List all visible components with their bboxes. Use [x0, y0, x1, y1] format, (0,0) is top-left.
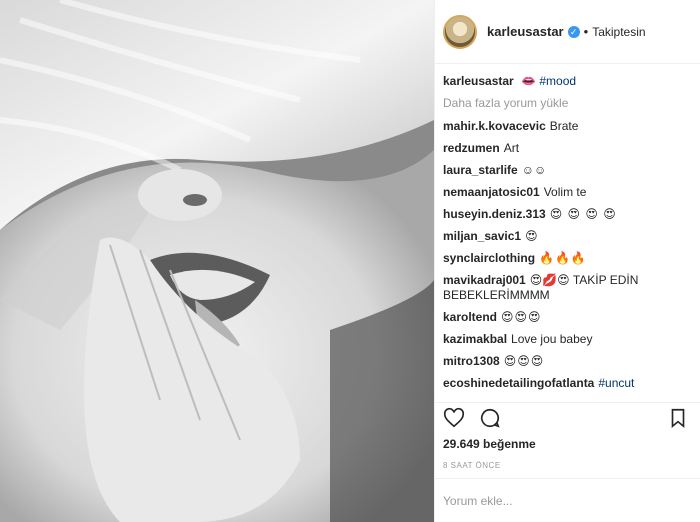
comment-text: Brate [549, 119, 579, 133]
add-comment-input[interactable] [443, 493, 693, 508]
following-button[interactable]: Takiptesin [592, 25, 645, 39]
comment-username[interactable]: redzumen [443, 141, 500, 155]
comment-text: Love jou babey [511, 332, 593, 346]
post-timestamp: 8 SAAT ÖNCE [443, 461, 501, 470]
comment-username[interactable]: synclairclothing [443, 251, 535, 265]
bookmark-icon[interactable] [667, 407, 689, 429]
comment-text: 😍 😍 😍 😍 [549, 207, 617, 221]
action-bar [435, 402, 700, 432]
caption: karleusastar 👄 #mood [443, 74, 689, 89]
caption-emoji: 👄 [521, 74, 537, 88]
comment-text: ☺☺ [521, 163, 547, 177]
comment-username[interactable]: miljan_savic1 [443, 229, 521, 243]
comment-text: 🔥🔥🔥 [539, 251, 587, 265]
comment-username[interactable]: mavikadraj001 [443, 273, 526, 287]
comment-item: kazimakbal Love jou babey [443, 332, 689, 347]
comment-item: mitro1308 😍😍😍 [443, 354, 689, 369]
comment-text: Volim te [543, 185, 587, 199]
header-separator: • [583, 24, 589, 39]
header-username[interactable]: karleusastar [487, 24, 564, 39]
comment-username[interactable]: kazimakbal [443, 332, 507, 346]
comment-item: laura_starlife ☺☺ [443, 163, 689, 178]
comment-icon[interactable] [479, 407, 501, 429]
comment-text: 😍 [525, 229, 539, 243]
comment-username[interactable]: mahir.k.kovacevic [443, 119, 546, 133]
add-comment-bar [435, 478, 700, 522]
comment-item: miljan_savic1 😍 [443, 229, 689, 244]
comment-item: mavikadraj001 😍💋😍 TAKİP EDİN BEBEKLERİMMM… [443, 273, 689, 303]
avatar[interactable] [443, 14, 477, 49]
comment-text: 😍😍😍 [501, 310, 542, 324]
comment-username[interactable]: laura_starlife [443, 163, 518, 177]
comment-text: 😍😍😍 [503, 354, 545, 368]
comment-hashtag[interactable]: #uncut [598, 376, 634, 390]
comment-username[interactable]: ecoshinedetailingofatlanta [443, 376, 594, 390]
comment-item: ecoshinedetailingofatlanta #uncut [443, 376, 689, 391]
comment-item: redzumen Art [443, 141, 689, 156]
comment-item: karoltend 😍😍😍 [443, 310, 689, 325]
load-more-comments-link[interactable]: Daha fazla yorum yükle [443, 96, 689, 110]
comment-item: synclairclothing 🔥🔥🔥 [443, 251, 689, 266]
comment-item: huseyin.deniz.313 😍 😍 😍 😍 [443, 207, 689, 222]
comment-username[interactable]: nemaanjatosic01 [443, 185, 540, 199]
comment-username[interactable]: huseyin.deniz.313 [443, 207, 546, 221]
likes-count[interactable]: 29.649 beğenme [443, 437, 536, 451]
post-photo[interactable] [0, 0, 434, 522]
heart-icon[interactable] [443, 407, 465, 429]
comment-text: Art [503, 141, 520, 155]
post-side-panel: karleusastar ✓ • Takiptesin karleusastar… [434, 0, 700, 522]
comment-username[interactable]: mitro1308 [443, 354, 500, 368]
post-header: karleusastar ✓ • Takiptesin [435, 0, 700, 64]
caption-username[interactable]: karleusastar [443, 74, 514, 88]
comment-item: mahir.k.kovacevic Brate [443, 119, 689, 134]
verified-badge-icon: ✓ [567, 25, 580, 38]
photo-illustration [0, 0, 434, 522]
comments-list[interactable]: karleusastar 👄 #mood Daha fazla yorum yü… [435, 64, 700, 398]
comment-item: nemaanjatosic01 Volim te [443, 185, 689, 200]
comment-username[interactable]: karoltend [443, 310, 497, 324]
caption-hashtag[interactable]: #mood [539, 74, 576, 88]
